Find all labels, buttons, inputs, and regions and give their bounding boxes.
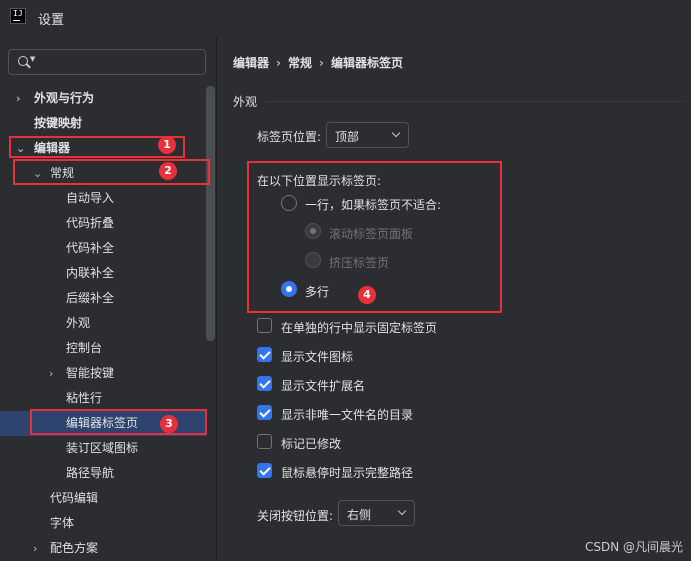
close-button-position-dropdown[interactable]: 右侧: [338, 500, 415, 526]
tree-item-appearance-behavior[interactable]: › 外观与行为: [0, 86, 208, 111]
tree-item-sticky-lines[interactable]: 粘性行: [0, 386, 208, 411]
tree-item-code-folding[interactable]: 代码折叠: [0, 211, 208, 236]
breadcrumb-separator: ›: [276, 56, 281, 70]
section-title-appearance: 外观: [233, 95, 258, 109]
close-button-position-label: 关闭按钮位置:: [257, 509, 334, 523]
checkbox-show-file-extension-label[interactable]: 显示文件扩展名: [281, 377, 365, 394]
checkbox-pinned-tabs-separate-row-label[interactable]: 在单独的行中显示固定标签页: [281, 319, 437, 336]
settings-sidebar: ▼ › 外观与行为 按键映射 ⌄ 编辑器 ⌄ 常规 自动导入 代码折叠 代码补全…: [0, 36, 216, 561]
checkbox-show-file-icon-label[interactable]: 显示文件图标: [281, 348, 353, 365]
breadcrumb-separator: ›: [318, 56, 324, 70]
app-logo-icon: IJ: [10, 8, 26, 24]
chevron-right-icon[interactable]: ›: [16, 86, 21, 111]
tree-item-code-completion[interactable]: 代码补全: [0, 236, 208, 261]
chevron-right-icon[interactable]: ›: [33, 536, 37, 561]
sidebar-scrollbar-thumb[interactable]: [206, 86, 215, 341]
annotation-badge-1: 1: [158, 136, 176, 154]
tree-item-appearance[interactable]: 外观: [0, 311, 208, 336]
tree-item-color-scheme[interactable]: › 配色方案: [0, 536, 208, 561]
annotation-box-2: [13, 159, 210, 185]
tab-placement-value: 顶部: [335, 130, 360, 144]
tree-item-postfix-completion[interactable]: 后缀补全: [0, 286, 208, 311]
tree-item-gutter-icons[interactable]: 装订区域图标: [0, 436, 208, 461]
settings-content: 编辑器 › 常规 › 编辑器标签页 外观 标签页位置: 顶部 在以下位置显示标签页: 一…: [217, 36, 691, 561]
section-divider: [265, 101, 685, 102]
tree-item-code-editing[interactable]: 代码编辑: [0, 486, 208, 511]
breadcrumb-editor-tabs: 编辑器标签页: [330, 56, 403, 70]
checkbox-mark-modified[interactable]: [257, 434, 272, 449]
annotation-badge-4: 4: [358, 286, 376, 304]
checkbox-full-path-on-hover[interactable]: [257, 463, 272, 478]
tree-item-inline-completion[interactable]: 内联补全: [0, 261, 208, 286]
tree-item-smart-keys[interactable]: › 智能按键: [0, 361, 208, 386]
checkbox-pinned-tabs-separate-row[interactable]: [257, 318, 272, 333]
breadcrumb-general[interactable]: 常规: [288, 56, 312, 70]
checkbox-show-file-icon[interactable]: [257, 347, 272, 362]
checkbox-show-directory-nonunique-label[interactable]: 显示非唯一文件名的目录: [281, 406, 413, 423]
breadcrumb: 编辑器 › 常规 › 编辑器标签页: [233, 54, 403, 71]
tree-item-keymap[interactable]: 按键映射: [0, 111, 208, 136]
search-box[interactable]: ▼: [8, 49, 206, 75]
tree-item-breadcrumbs[interactable]: 路径导航: [0, 461, 208, 486]
watermark: CSDN @凡间晨光: [584, 540, 683, 554]
search-options-icon[interactable]: ▼: [30, 55, 35, 63]
close-button-position-value: 右侧: [347, 508, 372, 522]
tree-item-font[interactable]: 字体: [0, 511, 208, 536]
checkbox-show-directory-nonunique[interactable]: [257, 405, 272, 420]
tab-placement-dropdown[interactable]: 顶部: [326, 122, 409, 148]
chevron-right-icon[interactable]: ›: [49, 361, 53, 386]
annotation-badge-2: 2: [159, 162, 177, 180]
tree-item-auto-import[interactable]: 自动导入: [0, 186, 208, 211]
checkbox-full-path-on-hover-label[interactable]: 鼠标悬停时显示完整路径: [281, 464, 413, 481]
breadcrumb-editor[interactable]: 编辑器: [233, 56, 269, 70]
checkbox-show-file-extension[interactable]: [257, 376, 272, 391]
title-bar: IJ 设置: [0, 0, 691, 36]
checkbox-mark-modified-label[interactable]: 标记已修改: [281, 435, 341, 452]
search-icon[interactable]: [18, 56, 28, 66]
chevron-down-icon: [391, 128, 401, 138]
window-title: 设置: [38, 13, 65, 28]
tab-placement-label: 标签页位置:: [257, 130, 322, 144]
annotation-badge-3: 3: [160, 415, 178, 433]
chevron-down-icon: [397, 506, 407, 516]
tree-item-console[interactable]: 控制台: [0, 336, 208, 361]
annotation-box-3: [30, 409, 207, 435]
search-input[interactable]: [39, 53, 203, 73]
